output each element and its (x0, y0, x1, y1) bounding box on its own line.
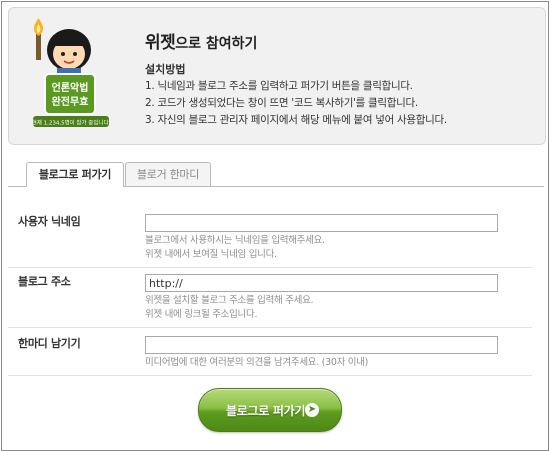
comment-help: 미디어법에 대한 여러분의 의견을 남겨주세요. (30자 이내) (145, 357, 369, 368)
step-item: 3. 자신의 블로그 관리자 페이지에서 해당 메뉴에 붙여 넣어 사용합니다. (145, 114, 447, 126)
svg-text:현재 1,234,5명이 참가 중입니다.: 현재 1,234,5명이 참가 중입니다. (32, 119, 111, 127)
title-sub: 으로 참여하기 (175, 36, 258, 52)
step-item: 2. 코드가 생성되었다는 창이 뜨면 '코드 복사하기'를 클릭합니다. (145, 97, 418, 109)
nickname-input[interactable] (145, 214, 498, 232)
svg-text:완전무효: 완전무효 (52, 95, 89, 108)
blog-url-help-2: 위젯 내에 링크될 주소입니다. (145, 309, 258, 320)
blog-url-help-1: 위젯을 설치할 블로그 주소를 입력해 주세요. (145, 295, 314, 306)
tab-blogger-comment[interactable]: 블로거 한마디 (125, 162, 211, 186)
nickname-row: 사용자 닉네임 블로그에서 사용하시는 닉네임을 입력해주세요. 위젯 내에서 … (8, 207, 532, 268)
step-item: 1. 닉네임과 블로그 주소를 입력하고 퍼가기 버튼을 클릭합니다. (145, 80, 413, 92)
comment-label: 한마디 남기기 (18, 337, 81, 350)
mascot-illustration: 언론악법 완전무효 현재 1,234,5명이 참가 중입니다. (32, 18, 111, 127)
blog-url-label: 블로그 주소 (18, 275, 71, 288)
tab-bar: 블로그로 퍼가기 블로거 한마디 (8, 162, 544, 187)
comment-input[interactable] (145, 336, 498, 354)
title-main: 위젯 (145, 33, 176, 53)
steps-list: 1. 닉네임과 블로그 주소를 입력하고 퍼가기 버튼을 클릭합니다. 2. 코… (145, 78, 447, 129)
blog-share-button-label: 블로그로 퍼가기 (226, 404, 306, 418)
torch-handle-icon (36, 34, 41, 60)
widget-frame: 언론악법 완전무효 현재 1,234,5명이 참가 중입니다. 위젯으로 참여하… (1, 1, 549, 451)
badge-icon (44, 73, 96, 115)
arrow-right-circle-icon: ➤ (305, 403, 319, 417)
howto-title: 설치방법 (145, 63, 186, 76)
svg-text:언론악법: 언론악법 (52, 81, 89, 94)
blog-share-button[interactable]: 블로그로 퍼가기 ➤ (198, 388, 342, 432)
nickname-help-2: 위젯 내에서 보여질 닉네임 입니다. (145, 249, 277, 260)
nickname-label: 사용자 닉네임 (18, 215, 81, 228)
nickname-help-1: 블로그에서 사용하시는 닉네임을 입력해주세요. (145, 235, 325, 246)
blog-url-row: 블로그 주소 위젯을 설치할 블로그 주소를 입력해 주세요. 위젯 내에 링크… (8, 267, 532, 328)
comment-row: 한마디 남기기 미디어법에 대한 여러분의 의견을 남겨주세요. (30자 이내… (8, 327, 532, 376)
header-panel: 언론악법 완전무효 현재 1,234,5명이 참가 중입니다. 위젯으로 참여하… (8, 7, 546, 145)
tab-blog-share[interactable]: 블로그로 퍼가기 (26, 162, 124, 187)
blog-url-input[interactable] (145, 274, 498, 292)
page-title: 위젯으로 참여하기 (145, 28, 257, 53)
